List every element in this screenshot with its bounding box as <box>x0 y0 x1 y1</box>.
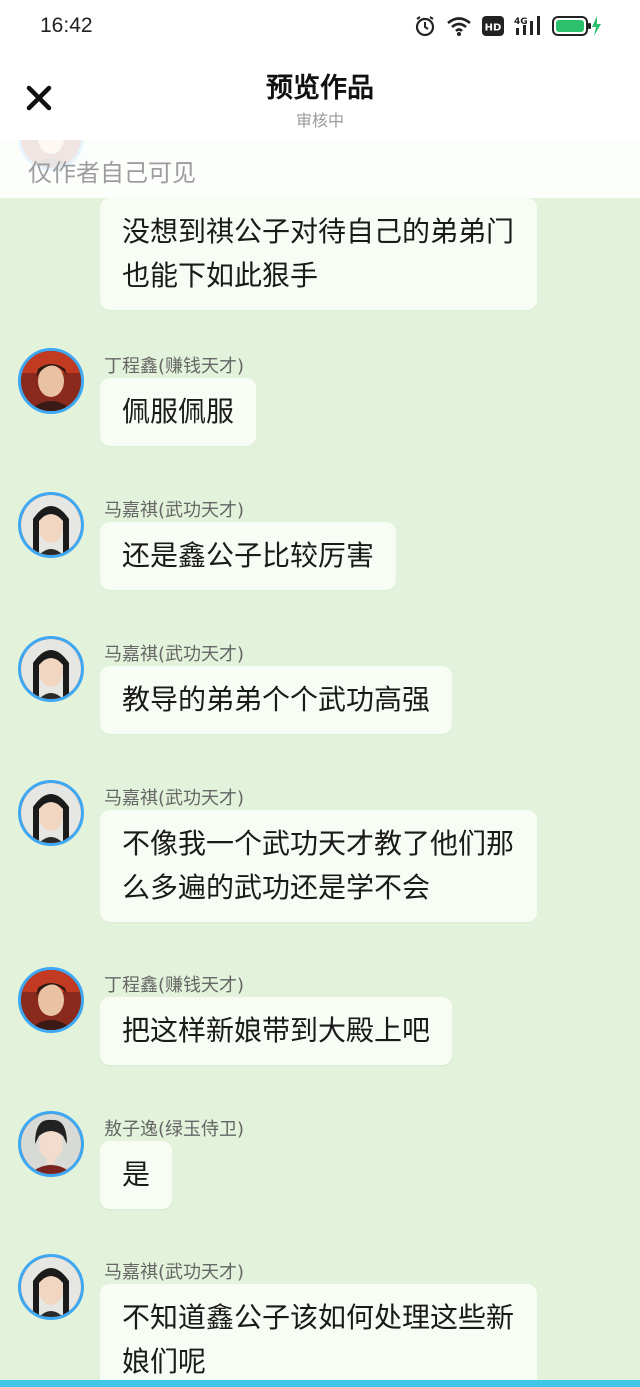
signal-4g-icon: 4G <box>514 15 542 41</box>
hd-label: HD <box>485 23 502 34</box>
status-time: 16:42 <box>40 14 93 37</box>
avatar[interactable] <box>18 492 84 558</box>
header: 预览作品 审核中 <box>0 56 640 140</box>
message-bubble: 还是鑫公子比较厉害 <box>100 522 397 590</box>
sender-name: 马嘉祺(武功天才) <box>104 788 245 809</box>
avatar[interactable] <box>18 780 84 846</box>
status-bar: 16:42 HD 4G <box>0 0 640 56</box>
message-bubble: 是 <box>100 1141 173 1209</box>
review-status: 审核中 <box>295 111 344 130</box>
status-icons: HD 4G <box>414 15 602 41</box>
chat-list[interactable]: 没想到祺公子对待自己的弟弟门也能下如此狠手 丁程鑫(赚钱天才) 佩服佩服 马嘉祺… <box>0 140 640 1382</box>
message-bubble: 不知道鑫公子该如何处理这些新娘们呢 <box>100 1284 537 1382</box>
avatar[interactable] <box>18 1111 84 1177</box>
alarm-icon <box>414 15 436 41</box>
avatar[interactable] <box>18 1254 84 1320</box>
avatar[interactable] <box>18 967 84 1033</box>
message-bubble: 不像我一个武功天才教了他们那么多遍的武功还是学不会 <box>100 810 537 922</box>
message-bubble: 佩服佩服 <box>100 378 257 446</box>
sender-name: 马嘉祺(武功天才) <box>104 1262 245 1283</box>
notice-text: 仅作者自己可见 <box>28 159 196 187</box>
sender-name: 马嘉祺(武功天才) <box>104 644 245 665</box>
bottom-accent-bar <box>0 1380 640 1387</box>
message-bubble: 教导的弟弟个个武功高强 <box>100 666 453 734</box>
message-bubble: 把这样新娘带到大殿上吧 <box>100 997 453 1065</box>
sender-name: 敖子逸(绿玉侍卫) <box>104 1119 245 1140</box>
wifi-icon <box>446 15 472 41</box>
avatar[interactable] <box>18 348 84 414</box>
page-title: 预览作品 <box>266 73 374 104</box>
sender-name: 马嘉祺(武功天才) <box>104 500 245 521</box>
avatar[interactable] <box>18 636 84 702</box>
sender-name: 丁程鑫(赚钱天才) <box>104 356 245 377</box>
message-bubble: 没想到祺公子对待自己的弟弟门也能下如此狠手 <box>100 198 537 310</box>
battery-charging-icon <box>552 15 602 41</box>
hd-icon: HD <box>482 16 504 40</box>
visibility-notice: 仅作者自己可见 <box>0 140 640 198</box>
sender-name: 丁程鑫(赚钱天才) <box>104 975 245 996</box>
